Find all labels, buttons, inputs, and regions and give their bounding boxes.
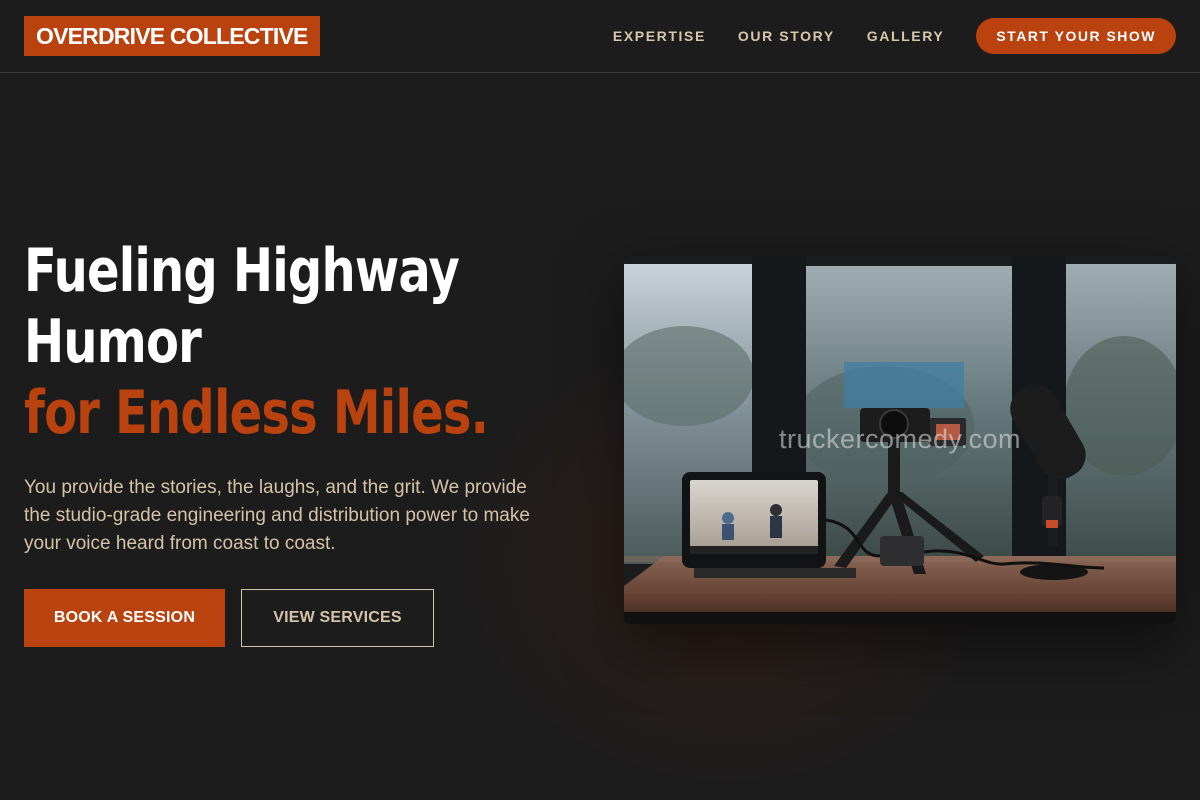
podcast-studio-photo (624, 256, 1176, 624)
start-your-show-button[interactable]: START YOUR SHOW (976, 18, 1176, 54)
view-services-button[interactable]: VIEW SERVICES (241, 589, 434, 647)
site-header: OVERDRIVE COLLECTIVE EXPERTISE OUR STORY… (0, 0, 1200, 73)
hero-title-line-2: Humor (24, 307, 202, 377)
hero-title-accent: for Endless Miles. (24, 378, 489, 448)
nav-link-our-story[interactable]: OUR STORY (738, 28, 835, 44)
main-nav: EXPERTISE OUR STORY GALLERY START YOUR S… (613, 18, 1176, 54)
page: OVERDRIVE COLLECTIVE EXPERTISE OUR STORY… (0, 0, 1200, 800)
brand-logo[interactable]: OVERDRIVE COLLECTIVE (24, 16, 320, 56)
nav-link-gallery[interactable]: GALLERY (867, 28, 945, 44)
hero-title-line-1: Fueling Highway (24, 236, 460, 306)
hero-title: Fueling Highway Humor for Endless Miles. (24, 236, 489, 449)
hero-description: You provide the stories, the laughs, and… (24, 477, 530, 554)
book-session-button[interactable]: BOOK A SESSION (24, 589, 225, 647)
hero-image: truckercomedy.com (624, 256, 1176, 624)
nav-link-expertise[interactable]: EXPERTISE (613, 28, 706, 44)
